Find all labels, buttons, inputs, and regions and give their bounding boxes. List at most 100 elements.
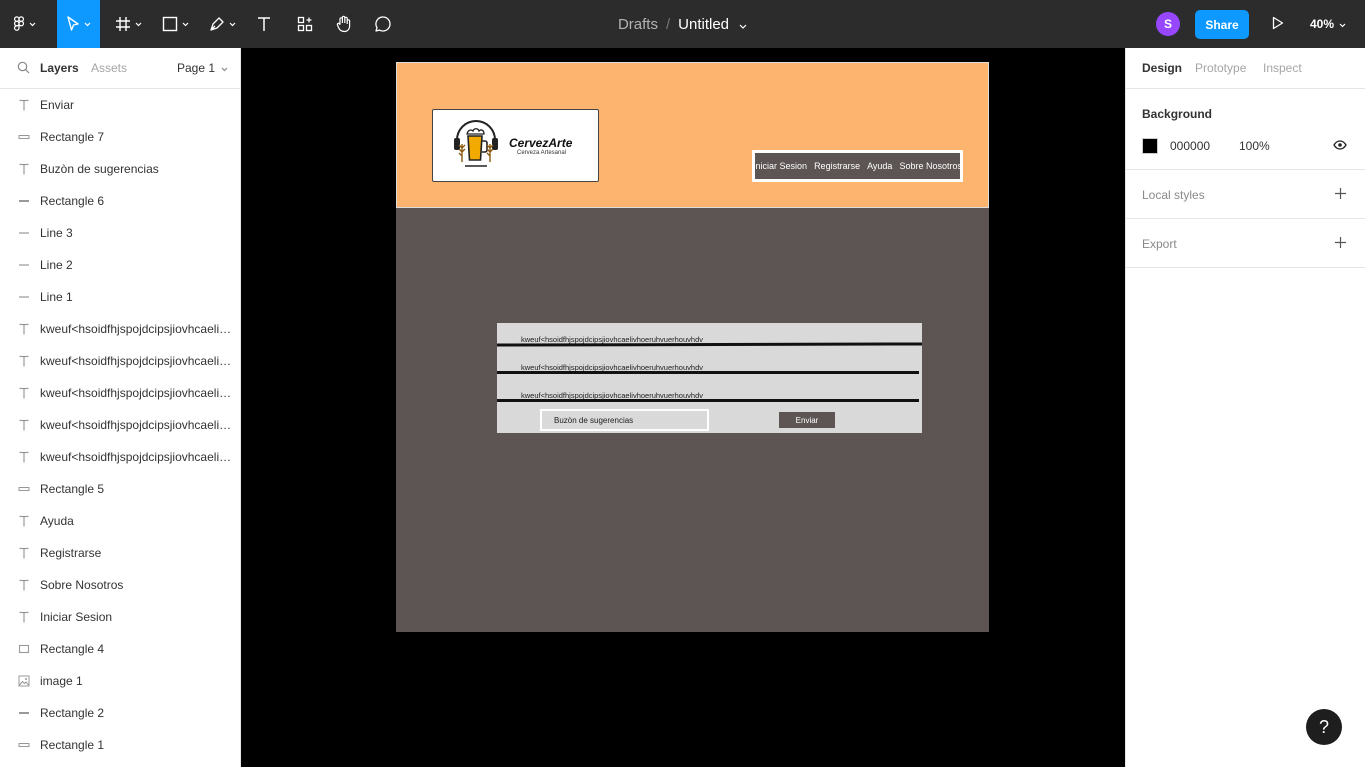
layer-row[interactable]: Line 2 — [0, 249, 240, 281]
chevron-down-icon — [229, 22, 236, 27]
layer-row[interactable]: Registrarse — [0, 537, 240, 569]
layer-rect-bar-icon — [17, 194, 31, 208]
shape-tool-button[interactable] — [155, 0, 195, 48]
file-name[interactable]: Untitled — [678, 16, 729, 33]
rectangle-icon — [162, 16, 178, 32]
layer-label: Sobre Nosotros — [40, 578, 124, 592]
layer-row[interactable]: kweuf<hsoidfhjspojdcipsjiovhcaelivhoeruh… — [0, 345, 240, 377]
background-color-swatch[interactable] — [1142, 138, 1158, 154]
layer-row[interactable]: image 1 — [0, 665, 240, 697]
hand-icon — [336, 15, 352, 33]
layer-label: kweuf<hsoidfhjspojdcipsjiovhcaelivhoeruh… — [40, 450, 232, 464]
present-button[interactable] — [1266, 12, 1290, 36]
layer-text-icon — [17, 322, 31, 336]
divider-line-3[interactable] — [497, 399, 919, 402]
chevron-down-icon — [1339, 17, 1346, 31]
chevron-down-icon — [29, 22, 36, 27]
layer-row[interactable]: Rectangle 4 — [0, 633, 240, 665]
layer-row[interactable]: Line 3 — [0, 217, 240, 249]
divider-line-2[interactable] — [497, 371, 919, 374]
layer-row[interactable]: Rectangle 2 — [0, 697, 240, 729]
divider-line-1[interactable] — [496, 342, 923, 347]
logo-card[interactable]: CervezArte Cerveza Artesanal — [432, 109, 599, 182]
comment-tool-button[interactable] — [369, 0, 397, 48]
layer-rect-thin-icon — [17, 738, 31, 752]
layer-row[interactable]: Iniciar Sesion — [0, 601, 240, 633]
pen-tool-button[interactable] — [202, 0, 242, 48]
layer-text-icon — [17, 546, 31, 560]
layer-line-icon — [17, 258, 31, 272]
layer-text-icon — [17, 610, 31, 624]
layer-rect-thin-icon — [17, 482, 31, 496]
chevron-down-icon[interactable] — [739, 16, 747, 33]
user-avatar[interactable]: S — [1156, 12, 1180, 36]
hand-tool-button[interactable] — [330, 0, 358, 48]
layer-row[interactable]: Rectangle 1 — [0, 729, 240, 761]
tab-prototype[interactable]: Prototype — [1195, 61, 1246, 75]
tab-assets[interactable]: Assets — [91, 61, 127, 75]
nav-bar[interactable]: Iniciar Sesion Registrarse Ayuda Sobre N… — [752, 150, 963, 182]
frame-tool-button[interactable] — [108, 0, 148, 48]
page-selector[interactable]: Page 1 — [177, 61, 228, 75]
layer-line-icon — [17, 226, 31, 240]
layer-image-icon — [17, 674, 31, 688]
layer-rect-bar-icon — [17, 706, 31, 720]
share-button[interactable]: Share — [1195, 10, 1249, 39]
layer-label: image 1 — [40, 674, 83, 688]
tab-inspect[interactable]: Inspect — [1263, 61, 1302, 75]
suggestion-input[interactable]: Buzòn de sugerencias — [540, 409, 709, 431]
suggestion-panel[interactable]: kweuf<hsoidfhjspojdcipsjiovhcaelivhoeruh… — [496, 323, 923, 433]
plus-icon[interactable] — [1334, 187, 1347, 203]
nav-ayuda[interactable]: Ayuda — [867, 161, 892, 171]
nav-inner: Iniciar Sesion Registrarse Ayuda Sobre N… — [753, 153, 962, 179]
layer-text-icon — [17, 578, 31, 592]
layer-text-icon — [17, 386, 31, 400]
plus-icon[interactable] — [1334, 236, 1347, 252]
zoom-dropdown[interactable]: 40% — [1310, 0, 1346, 48]
main-menu-button[interactable] — [0, 0, 48, 48]
layer-row[interactable]: Buzòn de sugerencias — [0, 153, 240, 185]
move-tool-button[interactable] — [57, 0, 100, 48]
nav-registrarse[interactable]: Registrarse — [814, 161, 860, 171]
tab-design[interactable]: Design — [1142, 61, 1182, 75]
layer-label: kweuf<hsoidfhjspojdcipsjiovhcaelivhoeruh… — [40, 322, 232, 336]
eye-icon[interactable] — [1333, 139, 1347, 153]
layer-row[interactable]: Ayuda — [0, 505, 240, 537]
layer-row[interactable]: kweuf<hsoidfhjspojdcipsjiovhcaelivhoeruh… — [0, 441, 240, 473]
design-frame[interactable]: CervezArte Cerveza Artesanal Iniciar Ses… — [396, 62, 989, 632]
send-button[interactable]: Enviar — [779, 412, 835, 428]
header-band[interactable]: CervezArte Cerveza Artesanal Iniciar Ses… — [396, 62, 989, 208]
layer-label: Rectangle 4 — [40, 642, 105, 656]
nav-iniciar-sesion[interactable]: Iniciar Sesion — [753, 161, 807, 171]
logo-tagline: Cerveza Artesanal — [517, 150, 567, 156]
search-icon[interactable] — [17, 61, 30, 77]
breadcrumb-drafts[interactable]: Drafts — [618, 16, 658, 33]
layer-row[interactable]: kweuf<hsoidfhjspojdcipsjiovhcaelivhoeruh… — [0, 409, 240, 441]
layer-row[interactable]: Sobre Nosotros — [0, 569, 240, 601]
layer-label: Rectangle 1 — [40, 738, 105, 752]
layer-label: Rectangle 6 — [40, 194, 105, 208]
figma-logo-icon — [13, 16, 25, 32]
layer-row[interactable]: kweuf<hsoidfhjspojdcipsjiovhcaelivhoeruh… — [0, 377, 240, 409]
background-opacity-input[interactable]: 100% — [1239, 139, 1270, 153]
top-toolbar: Drafts / Untitled S Share 40% — [0, 0, 1365, 48]
layer-row[interactable]: Line 1 — [0, 281, 240, 313]
text-tool-button[interactable] — [250, 0, 278, 48]
canvas[interactable]: CervezArte Cerveza Artesanal Iniciar Ses… — [241, 48, 1125, 767]
chevron-down-icon — [84, 22, 91, 27]
layer-row[interactable]: kweuf<hsoidfhjspojdcipsjiovhcaelivhoeruh… — [0, 313, 240, 345]
layer-row[interactable]: Rectangle 5 — [0, 473, 240, 505]
layer-line-icon — [17, 290, 31, 304]
resources-tool-button[interactable] — [290, 0, 320, 48]
export-title: Export — [1142, 237, 1177, 251]
right-panel-tabs: Design Prototype Inspect — [1126, 48, 1365, 89]
layer-row[interactable]: Enviar — [0, 89, 240, 121]
layer-row[interactable]: Rectangle 7 — [0, 121, 240, 153]
layer-row[interactable]: Rectangle 6 — [0, 185, 240, 217]
tab-layers[interactable]: Layers — [40, 61, 79, 75]
help-button[interactable]: ? — [1306, 709, 1342, 745]
background-hex-input[interactable]: 000000 — [1170, 139, 1210, 153]
layer-label: Buzòn de sugerencias — [40, 162, 159, 176]
nav-sobre-nosotros[interactable]: Sobre Nosotros — [899, 161, 962, 171]
layer-label: kweuf<hsoidfhjspojdcipsjiovhcaelivhoeruh… — [40, 354, 232, 368]
